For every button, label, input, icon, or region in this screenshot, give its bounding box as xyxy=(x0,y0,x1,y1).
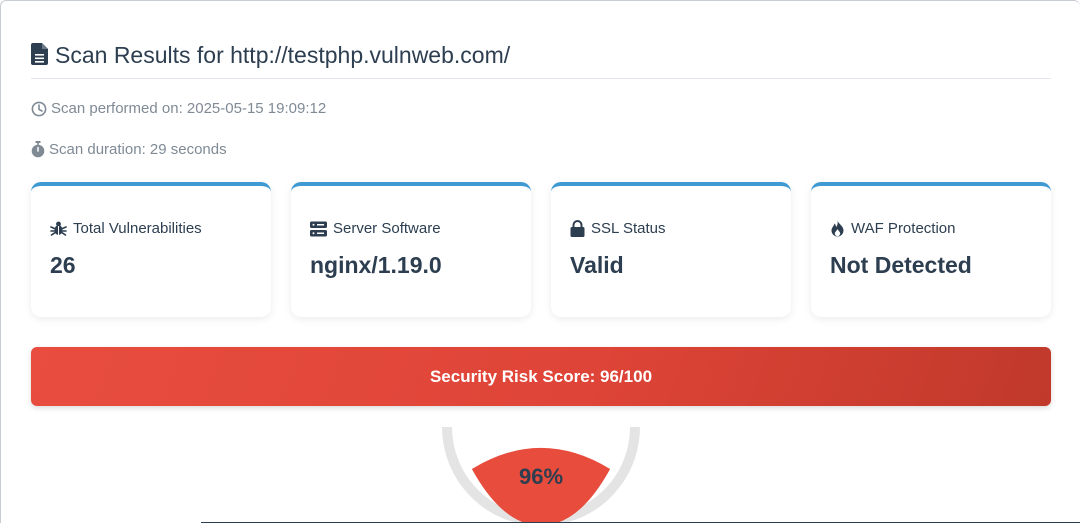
fire-icon xyxy=(831,220,844,237)
card-total-vulnerabilities: Total Vulnerabilities 26 xyxy=(31,182,271,317)
card-label-row: WAF Protection xyxy=(830,220,955,237)
summary-cards: Total Vulnerabilities 26 Server Software… xyxy=(31,182,1051,317)
card-label: SSL Status xyxy=(591,220,666,237)
card-label: Server Software xyxy=(333,220,441,237)
file-document-icon xyxy=(31,43,48,65)
card-label: Total Vulnerabilities xyxy=(73,220,202,237)
card-label-row: Total Vulnerabilities xyxy=(50,220,202,237)
scan-duration-info: Scan duration: 29 seconds xyxy=(31,141,227,158)
scan-results-page: Scan Results for http://testphp.vulnweb.… xyxy=(0,0,1080,523)
clock-icon xyxy=(31,101,47,116)
lock-icon xyxy=(570,220,585,237)
card-value: nginx/1.19.0 xyxy=(310,252,442,278)
card-waf-protection: WAF Protection Not Detected xyxy=(811,182,1051,317)
scan-performed-text: Scan performed on: 2025-05-15 19:09:12 xyxy=(51,100,327,117)
card-ssl-status: SSL Status Valid xyxy=(551,182,791,317)
card-value: Not Detected xyxy=(830,252,972,278)
page-header: Scan Results for http://testphp.vulnweb.… xyxy=(31,41,1051,79)
card-label-row: Server Software xyxy=(310,220,441,237)
security-risk-score-banner: Security Risk Score: 96/100 xyxy=(31,347,1051,406)
risk-score-label: Security Risk Score: 96/100 xyxy=(429,366,653,386)
card-label-row: SSL Status xyxy=(570,220,666,237)
scan-duration-text: Scan duration: 29 seconds xyxy=(49,141,227,158)
card-server-software: Server Software nginx/1.19.0 xyxy=(291,182,531,317)
risk-percent: 96% xyxy=(518,464,564,489)
scan-performed-info: Scan performed on: 2025-05-15 19:09:12 xyxy=(31,100,326,117)
card-value: 26 xyxy=(50,252,76,278)
bug-icon xyxy=(50,221,67,236)
card-value: Valid xyxy=(570,252,624,278)
server-icon xyxy=(310,221,327,236)
page-title: Scan Results for http://testphp.vulnweb.… xyxy=(55,42,511,68)
stopwatch-icon xyxy=(31,141,45,158)
card-label: WAF Protection xyxy=(851,220,956,237)
